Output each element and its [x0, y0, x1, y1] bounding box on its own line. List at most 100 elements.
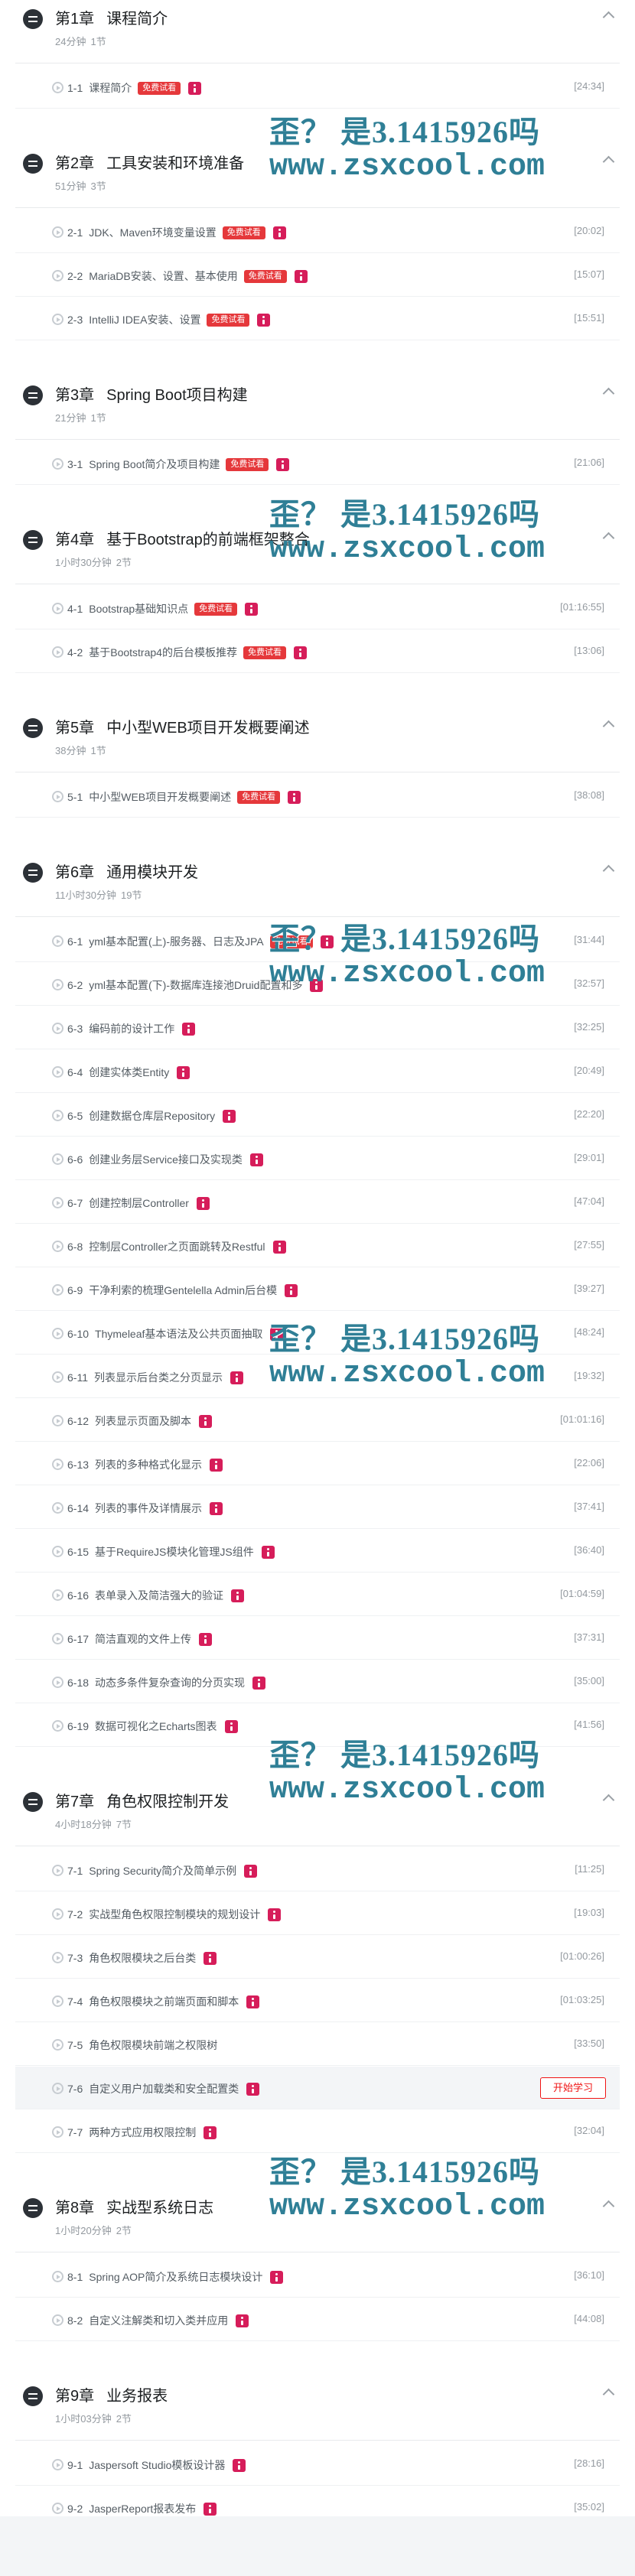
section-row[interactable]: 6-3 编码前的设计工作 [32:25] [15, 1007, 620, 1049]
question-icon[interactable] [177, 1065, 190, 1079]
section-row[interactable]: 7-2 实战型角色权限控制模块的规划设计 [19:03] [15, 1892, 620, 1935]
section-row[interactable]: 6-13 列表的多种格式化显示 [22:06] [15, 1442, 620, 1485]
chapter-name: 课程简介 [106, 11, 168, 28]
section-row[interactable]: 1-1 课程简介 免费试看 [24:34] [15, 66, 620, 109]
question-icon[interactable] [276, 457, 290, 471]
question-icon[interactable] [268, 1908, 282, 1921]
chevron-up-icon[interactable] [601, 1792, 615, 1803]
section-row[interactable]: 5-1 中小型WEB项目开发概要阐述 免费试看 [38:08] [15, 775, 620, 818]
section-row[interactable]: 3-1 Spring Boot简介及项目构建 免费试看 [21:06] [15, 442, 620, 485]
question-icon[interactable] [293, 646, 307, 659]
section-row[interactable]: 6-18 动态多条件复杂查询的分页实现 [35:00] [15, 1660, 620, 1703]
question-icon[interactable] [204, 2502, 217, 2516]
question-icon[interactable] [270, 1327, 284, 1341]
section-row[interactable]: 7-5 角色权限模块前端之权限树 [33:50] [15, 2023, 620, 2066]
question-icon[interactable] [204, 1951, 217, 1965]
section-row[interactable]: 6-17 简洁直观的文件上传 [37:31] [15, 1617, 620, 1660]
chevron-up-icon[interactable] [601, 154, 615, 164]
question-icon[interactable] [230, 1371, 243, 1384]
question-icon[interactable] [294, 269, 308, 283]
question-icon[interactable] [210, 1458, 223, 1472]
question-icon[interactable] [246, 2082, 260, 2096]
question-icon[interactable] [204, 2126, 217, 2139]
question-icon[interactable] [245, 602, 259, 616]
question-icon[interactable] [196, 1196, 210, 1210]
section-duration: [31:44] [574, 934, 604, 945]
question-icon[interactable] [199, 1632, 213, 1646]
question-icon[interactable] [231, 1589, 245, 1602]
section-row[interactable]: 6-5 创建数据仓库层Repository [22:20] [15, 1094, 620, 1137]
chapter-section-count: 2节 [116, 557, 132, 568]
question-icon[interactable] [223, 1109, 236, 1123]
question-icon[interactable] [285, 1283, 298, 1297]
section-number: 6-16 [67, 1589, 90, 1602]
question-icon[interactable] [288, 790, 301, 804]
section-row[interactable]: 6-6 创建业务层Service接口及实现类 [29:01] [15, 1137, 620, 1180]
question-icon[interactable] [199, 1414, 213, 1428]
chevron-up-icon[interactable] [601, 385, 615, 396]
section-name: 两种方式应用权限控制 [89, 2126, 197, 2139]
section-row[interactable]: 6-10 Thymeleaf基本语法及公共页面抽取 [48:24] [15, 1312, 620, 1355]
play-icon [52, 1328, 64, 1339]
section-row[interactable]: 4-2 基于Bootstrap4的后台模板推荐 免费试看 [13:06] [15, 630, 620, 673]
question-icon[interactable] [272, 1240, 286, 1254]
chapter-list-icon [23, 863, 43, 883]
question-icon[interactable] [252, 1676, 266, 1690]
section-row[interactable]: 6-1 yml基本配置(上)-服务器、日志及JPA 免费试看 [31:44] [15, 919, 620, 962]
section-row[interactable]: 7-7 两种方式应用权限控制 [32:04] [15, 2110, 620, 2153]
chevron-up-icon[interactable] [601, 2386, 615, 2397]
question-icon[interactable] [224, 1719, 238, 1733]
play-icon [52, 1720, 64, 1732]
question-icon[interactable] [249, 1153, 263, 1166]
section-row[interactable]: 8-2 自定义注解类和切入类并应用 [44:08] [15, 2298, 620, 2341]
section-row[interactable]: 6-11 列表显示后台类之分页显示 [19:32] [15, 1355, 620, 1398]
section-row[interactable]: 7-4 角色权限模块之前端页面和脚本 [01:03:25] [15, 1979, 620, 2022]
section-row[interactable]: 6-12 列表显示页面及脚本 [01:01:16] [15, 1399, 620, 1442]
question-icon[interactable] [244, 1864, 258, 1878]
chapter-number: 第4章 [55, 532, 95, 548]
section-title: 8-2 自定义注解类和切入类并应用 [67, 2313, 249, 2328]
section-row[interactable]: 8-1 Spring AOP简介及系统日志模块设计 [36:10] [15, 2255, 620, 2298]
section-row[interactable]: 7-6 自定义用户加载类和安全配置类 开始学习 [15, 2067, 620, 2109]
section-row[interactable]: 7-1 Spring Security简介及简单示例 [11:25] [15, 1849, 620, 1891]
section-row[interactable]: 6-4 创建实体类Entity [20:49] [15, 1050, 620, 1093]
chevron-up-icon[interactable] [601, 9, 615, 20]
question-icon[interactable] [272, 226, 286, 239]
question-icon[interactable] [246, 1995, 260, 2008]
question-icon[interactable] [236, 2314, 249, 2327]
section-row[interactable]: 4-1 Bootstrap基础知识点 免费试看 [01:16:55] [15, 587, 620, 629]
chevron-up-icon[interactable] [601, 530, 615, 541]
section-row[interactable]: 2-2 MariaDB安装、设置、基本使用 免费试看 [15:07] [15, 254, 620, 297]
chapter-duration: 51分钟 [55, 181, 86, 192]
question-icon[interactable] [188, 81, 202, 95]
question-icon[interactable] [310, 978, 324, 992]
question-icon[interactable] [257, 313, 271, 327]
section-row[interactable]: 6-8 控制层Controller之页面跳转及Restful [27:55] [15, 1225, 620, 1267]
question-icon[interactable] [261, 1545, 275, 1559]
section-row[interactable]: 6-16 表单录入及简洁强大的验证 [01:04:59] [15, 1573, 620, 1616]
section-row[interactable]: 6-9 干净利索的梳理Gentelella Admin后台模 [39:27] [15, 1268, 620, 1311]
section-duration: [01:04:59] [560, 1588, 604, 1599]
question-icon[interactable] [320, 935, 334, 948]
section-row[interactable]: 6-14 列表的事件及详情展示 [37:41] [15, 1486, 620, 1529]
free-preview-badge: 免费试看 [194, 602, 238, 616]
section-duration: [28:16] [574, 2457, 604, 2469]
section-row[interactable]: 6-7 创建控制层Controller [47:04] [15, 1181, 620, 1224]
question-icon[interactable] [233, 2458, 246, 2472]
question-icon[interactable] [182, 1022, 196, 1036]
section-row[interactable]: 6-19 数据可视化之Echarts图表 [41:56] [15, 1704, 620, 1747]
chapter-list-icon [23, 2386, 43, 2406]
section-row[interactable]: 9-1 Jaspersoft Studio模板设计器 [28:16] [15, 2443, 620, 2486]
chevron-up-icon[interactable] [601, 718, 615, 729]
question-icon[interactable] [270, 2270, 284, 2284]
section-row[interactable]: 6-15 基于RequireJS模块化管理JS组件 [36:40] [15, 1530, 620, 1573]
section-row[interactable]: 7-3 角色权限模块之后台类 [01:00:26] [15, 1936, 620, 1979]
chevron-up-icon[interactable] [601, 2198, 615, 2209]
section-title: 6-19 数据可视化之Echarts图表 [67, 1719, 238, 1734]
section-row[interactable]: 2-3 IntelliJ IDEA安装、设置 免费试看 [15:51] [15, 298, 620, 340]
section-row[interactable]: 2-1 JDK、Maven环境变量设置 免费试看 [20:02] [15, 210, 620, 253]
section-row[interactable]: 6-2 yml基本配置(下)-数据库连接池Druid配置和多 [32:57] [15, 963, 620, 1006]
start-learning-button[interactable]: 开始学习 [540, 2077, 606, 2099]
chevron-up-icon[interactable] [601, 863, 615, 873]
question-icon[interactable] [210, 1501, 223, 1515]
